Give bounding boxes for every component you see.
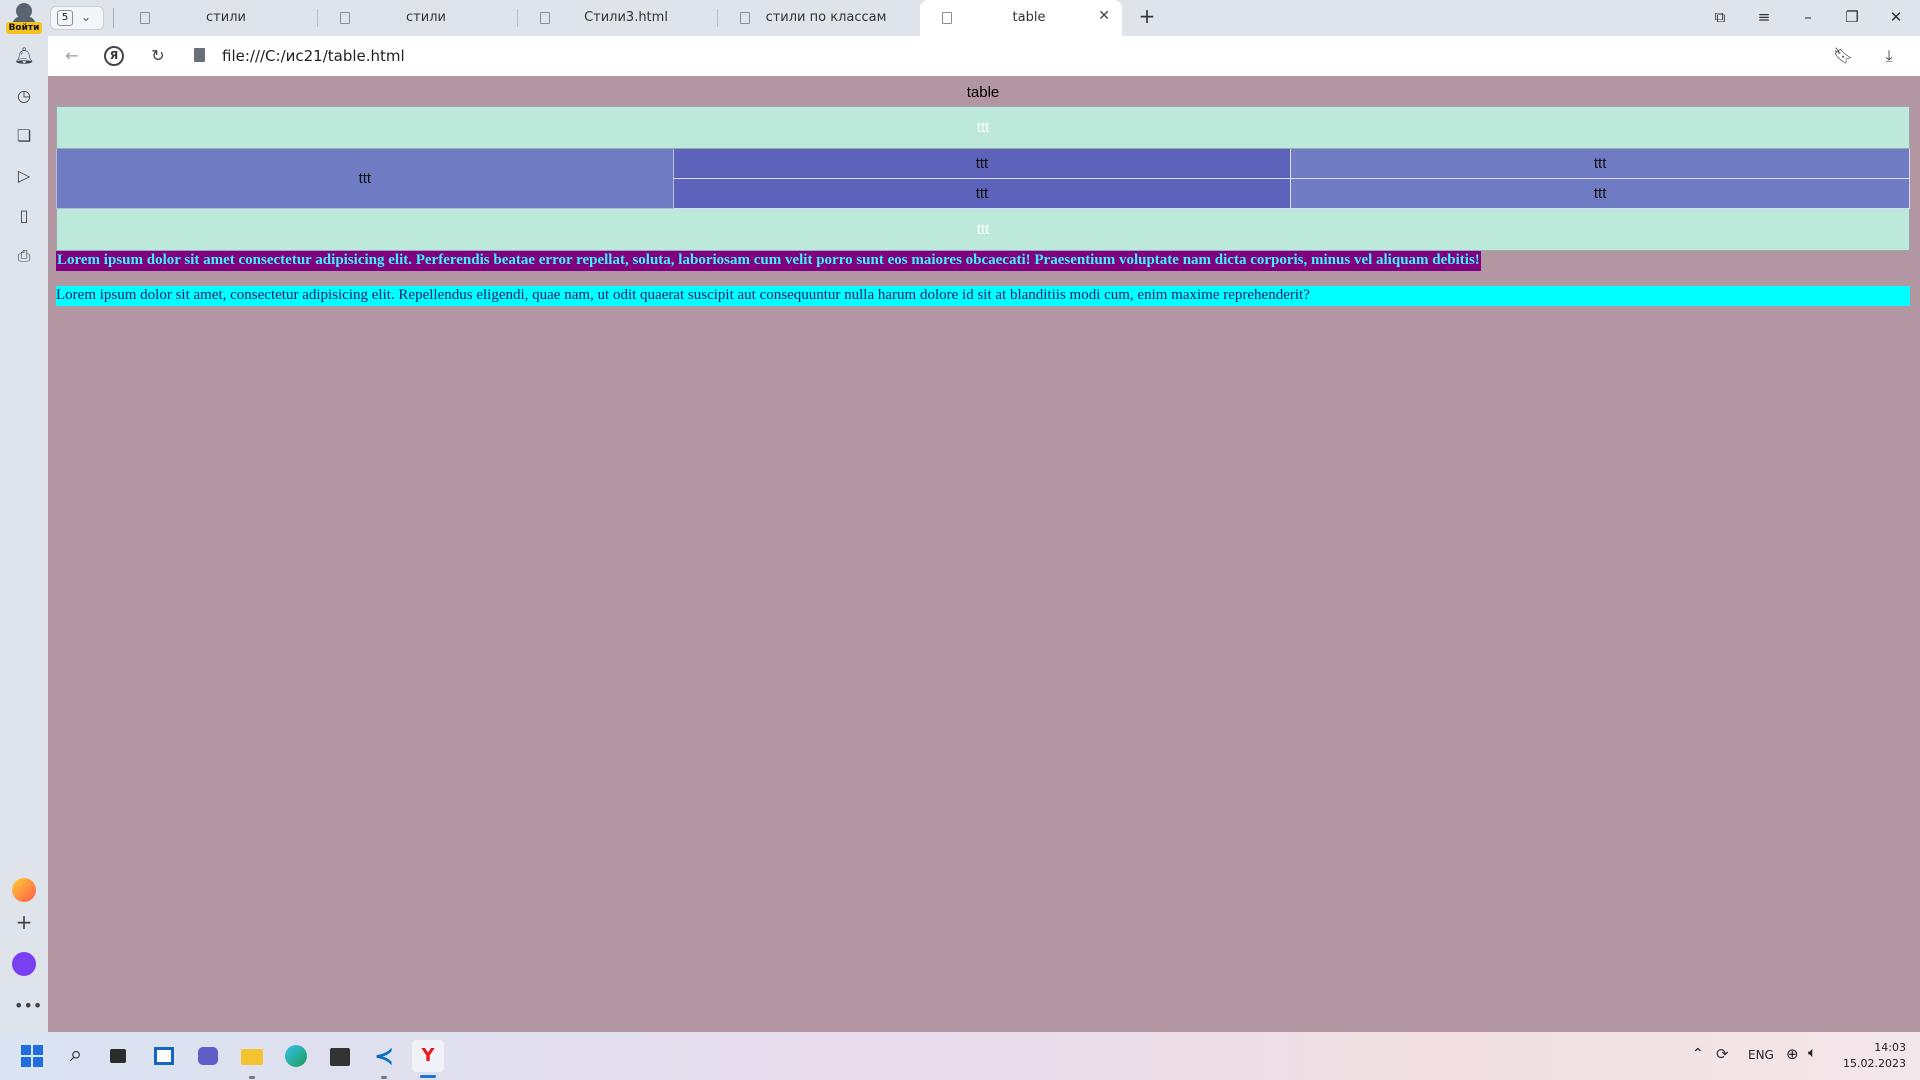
add-icon[interactable]: + xyxy=(14,912,34,932)
table-row: ttt xyxy=(56,208,1910,251)
file-icon xyxy=(140,12,150,24)
edge-icon[interactable] xyxy=(280,1040,312,1072)
menu-icon[interactable]: ≡ xyxy=(1752,6,1776,30)
widgets-icon[interactable] xyxy=(148,1040,180,1072)
yandex-button[interactable]: Я xyxy=(104,46,124,66)
table-left-cell: ttt xyxy=(56,148,674,209)
page-table: ttt ttt ttt ttt ttt ttt ttt xyxy=(56,106,1910,251)
file-icon xyxy=(340,12,350,24)
collections-sidebar-icon[interactable]: ❏ xyxy=(14,126,34,146)
table-header-cell: ttt xyxy=(56,106,1910,149)
table-footer-cell: ttt xyxy=(56,208,1910,251)
yandex-browser-icon[interactable]: Y xyxy=(412,1040,444,1072)
volume-muted-icon[interactable]: 🔈︎ xyxy=(1808,1045,1816,1061)
tab-table[interactable]: table ✕ xyxy=(920,0,1122,36)
table-caption: table xyxy=(966,84,1000,101)
tab-label: table xyxy=(1012,10,1046,25)
clock[interactable]: 14:03 15.02.2023 xyxy=(1843,1040,1906,1072)
play-icon[interactable]: ▷ xyxy=(14,166,34,186)
browser-sidebar: 🔔︎ ◷ ❏ ▷ ▯ ⎙ + ••• xyxy=(0,36,48,1036)
start-button[interactable] xyxy=(16,1040,48,1072)
profile-button[interactable]: Войти xyxy=(6,2,42,34)
store-icon[interactable] xyxy=(324,1040,356,1072)
tab-strip: Войти 5 ⌄ стили стили Стили3.html стили … xyxy=(0,0,1920,36)
alice-icon[interactable] xyxy=(12,952,36,976)
file-icon xyxy=(942,12,952,24)
chevron-down-icon: ⌄ xyxy=(81,10,92,24)
close-window-button[interactable]: ✕ xyxy=(1884,6,1908,30)
address-bar: ← Я ↻ file:///C:/ис21/table.html 🔖︎ ⤓ xyxy=(48,36,1920,76)
language-indicator[interactable]: ENG xyxy=(1748,1048,1774,1062)
tab-styles3[interactable]: Стили3.html xyxy=(518,0,718,36)
vscode-icon[interactable]: ≺ xyxy=(368,1040,400,1072)
login-label: Войти xyxy=(6,22,42,34)
table-row: ttt ttt ttt xyxy=(56,148,1910,209)
screenshot-icon[interactable]: ⎙ xyxy=(14,246,34,266)
download-icon[interactable]: ⤓ xyxy=(1877,44,1901,68)
tab-label: стили xyxy=(406,10,446,25)
tab-styles-2[interactable]: стили xyxy=(318,0,518,36)
minimize-button[interactable]: – xyxy=(1796,6,1820,30)
tab-count-button[interactable]: 5 ⌄ xyxy=(50,6,104,30)
task-view-icon[interactable] xyxy=(102,1040,134,1072)
file-icon xyxy=(740,12,750,24)
tab-count-sidebar-icon[interactable]: ▯ xyxy=(14,206,34,226)
collections-icon[interactable]: ⧉ xyxy=(1708,6,1732,30)
teams-chat-icon[interactable] xyxy=(192,1040,224,1072)
tab-count: 5 xyxy=(57,10,73,26)
restore-button[interactable]: ❐ xyxy=(1840,6,1864,30)
more-icon[interactable]: ••• xyxy=(14,996,42,1016)
search-icon[interactable]: ⌕ xyxy=(60,1040,92,1072)
table-cell: ttt xyxy=(672,178,1292,209)
tab-label: стили по классам xyxy=(765,10,887,25)
table-cell: ttt xyxy=(672,148,1292,179)
network-globe-icon[interactable]: ⊕ xyxy=(1786,1045,1799,1063)
page-viewport: table ttt ttt ttt ttt ttt ttt ttt Lorem … xyxy=(48,76,1920,1032)
mail-app-icon[interactable] xyxy=(12,878,36,902)
bold-paragraph: Lorem ipsum dolor sit amet consectetur a… xyxy=(56,251,1481,271)
table-row: ttt xyxy=(56,106,1910,149)
new-tab-button[interactable]: + xyxy=(1136,6,1158,28)
file-explorer-icon[interactable] xyxy=(236,1040,268,1072)
back-arrow-icon[interactable]: ← xyxy=(60,44,84,68)
date: 15.02.2023 xyxy=(1843,1057,1906,1070)
table-cell: ttt xyxy=(1290,148,1910,179)
bell-icon[interactable]: 🔔︎ xyxy=(14,46,34,66)
time: 14:03 xyxy=(1874,1041,1906,1054)
history-clock-icon[interactable]: ◷ xyxy=(14,86,34,106)
reload-icon[interactable]: ↻ xyxy=(146,44,170,68)
page-info-icon[interactable] xyxy=(194,48,205,62)
tab-styles-1[interactable]: стили xyxy=(118,0,318,36)
close-tab-icon[interactable]: ✕ xyxy=(1098,8,1110,24)
bookmark-icon[interactable]: 🔖︎ xyxy=(1831,44,1855,68)
tab-styles-by-classes[interactable]: стили по классам xyxy=(718,0,918,36)
tray-chevron-up-icon[interactable]: ⌃ xyxy=(1692,1046,1704,1062)
file-icon xyxy=(540,12,550,24)
tab-label: стили xyxy=(206,10,246,25)
plain-paragraph: Lorem ipsum dolor sit amet, consectetur … xyxy=(56,286,1910,306)
taskbar: ⌕ ≺ Y ⌃ ⟳ ENG ⊕ 🔈︎ 14:03 15.02.2023 xyxy=(0,1032,1920,1080)
sync-icon[interactable]: ⟳ xyxy=(1716,1045,1729,1063)
url-field[interactable]: file:///C:/ис21/table.html xyxy=(222,47,405,65)
table-cell: ttt xyxy=(1290,178,1910,209)
tab-label: Стили3.html xyxy=(584,10,668,25)
